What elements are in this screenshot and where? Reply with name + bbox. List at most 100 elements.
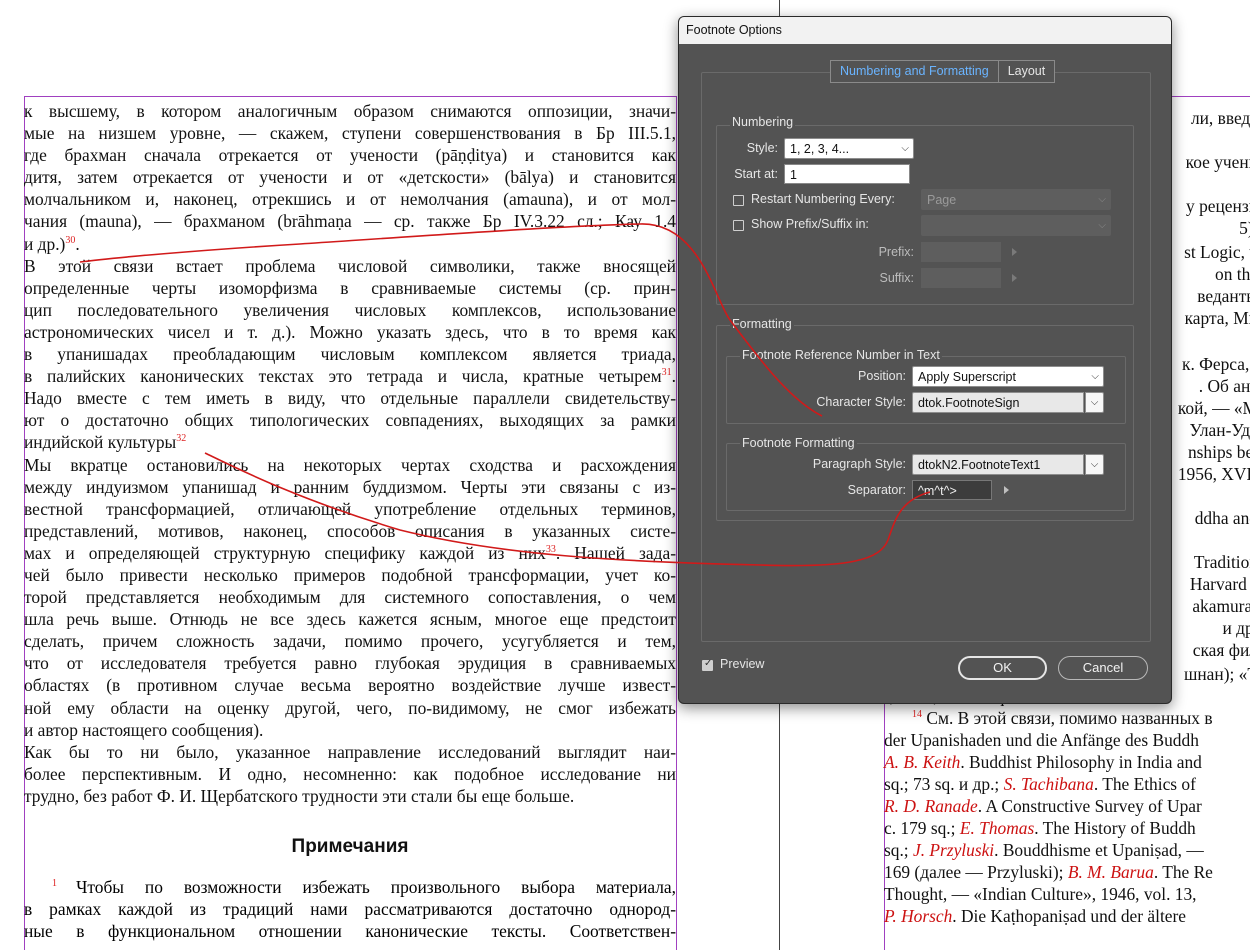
left-page-text-frame[interactable]: к высшему, в котором аналогичным образом… (24, 100, 676, 807)
text-line: чания (mauna), — брахманом (brāhmaṇa — с… (24, 210, 676, 232)
right-note-line: 169 (далее — Przyluski); B. M. Barua. Th… (884, 861, 1213, 883)
tab-numbering-and-formatting[interactable]: Numbering and Formatting (831, 61, 999, 82)
note-text: . The History of Buddh (1034, 818, 1196, 838)
right-note-line: P. Horsch. Die Kaṭhopaniṣad und der älte… (884, 905, 1186, 927)
note-line-content: ные в функциональном отношении каноничес… (24, 921, 676, 942)
note-text: der Upanishaden und die Anfänge des Budd… (884, 730, 1199, 750)
restart-numbering-dropdown[interactable]: Page ⌵ (921, 189, 1111, 210)
paragraph-style-label: Paragraph Style: (812, 457, 906, 471)
right-text-line: ская фил (1192, 640, 1250, 660)
numbering-group-label: Numbering (730, 115, 796, 129)
style-label: Style: (746, 141, 778, 155)
text-line: мах и определяющей структурную специфику… (24, 542, 676, 564)
note-line-content: в рамках каждой из традиций нами рассмат… (24, 899, 676, 920)
footnote-reference-number[interactable]: 33 (546, 544, 556, 555)
text-line: мые на низшем уровне, — скажем, ступени … (24, 122, 676, 144)
note-text: . A Constructive Survey of Upar (977, 796, 1202, 816)
right-note-line: sq.; J. Przyluski. Bouddhisme et Upaniṣa… (884, 839, 1204, 861)
text-line: цип последовательного увеличения числовы… (24, 299, 676, 321)
right-note-line: с. 179 sq.; E. Thomas. The History of Bu… (884, 817, 1196, 839)
text-line: определенные черты изоморфизма в сравнив… (24, 277, 676, 299)
right-note-line: der Upanishaden und die Anfänge des Budd… (884, 729, 1199, 751)
paragraph-style-chevron-down-icon[interactable]: ⌵ (1085, 454, 1104, 475)
note-number: 14 (912, 709, 922, 721)
cancel-button[interactable]: Cancel (1058, 656, 1148, 680)
reference-number-group-label: Footnote Reference Number in Text (740, 348, 942, 362)
text-line-content: торой представляется необходимым для сис… (24, 587, 676, 608)
note-line: ные в функциональном отношении каноничес… (24, 920, 676, 942)
right-text-line: . Об ана (1198, 376, 1250, 396)
right-text-line: кое учени (1185, 152, 1250, 172)
text-line-content: определенные черты изоморфизма в сравнив… (24, 277, 676, 298)
separator-field[interactable]: ^m^t^> (912, 480, 992, 500)
note-text: . Die Kaṭhopaniṣad und der ältere (952, 906, 1187, 926)
text-line: Мы вкратце остановились на некоторых чер… (24, 454, 676, 476)
paragraph-style-combo[interactable]: dtokN2.FootnoteText1 (912, 454, 1084, 475)
suffix-field[interactable] (921, 268, 1001, 288)
right-text-line: on the (1215, 264, 1250, 284)
note-text: . Buddhist Philosophy in India and (960, 752, 1202, 772)
footnote-reference-number[interactable]: 31 (662, 367, 672, 378)
right-note-line: A. B. Keith. Buddhist Philosophy in Indi… (884, 751, 1202, 773)
chevron-down-icon: ⌵ (1098, 220, 1106, 231)
restart-numbering-value: Page (927, 193, 957, 207)
character-style-chevron-down-icon[interactable]: ⌵ (1085, 392, 1104, 413)
footnote-options-dialog: Footnote Options Numbering and Formattin… (678, 16, 1172, 704)
text-line: и др.)30. (24, 233, 676, 255)
footnote-reference-number[interactable]: 32 (176, 434, 186, 445)
prefix-field[interactable] (921, 242, 1001, 262)
right-text-line: шнан); «Т (1183, 664, 1250, 684)
tab-panel: Numbering and Formatting Layout Numberin… (701, 60, 1151, 642)
text-line-content: В этой связи встает проблема числовой си… (24, 255, 676, 276)
note-line-content: Чтобы по возможности избежать произвольн… (76, 877, 676, 897)
right-note-line: sq.; 73 sq. и др.; S. Tachibana. The Eth… (884, 773, 1196, 795)
dialog-title[interactable]: Footnote Options (679, 17, 1171, 44)
preview-label[interactable]: Preview (720, 657, 764, 671)
note-text: Thought, — «Indian Culture», 1946, vol. … (884, 884, 1197, 904)
text-line-tail: . Нашей зада- (555, 542, 676, 563)
note-text: . The Re (1153, 862, 1213, 882)
tab-layout[interactable]: Layout (999, 61, 1055, 82)
text-line-content: и автор настоящего сообщения). (24, 719, 264, 740)
author-name: B. M. Barua (1067, 862, 1154, 882)
preview-checkbox[interactable] (702, 658, 713, 671)
position-dropdown[interactable]: Apply Superscript ⌵ (912, 366, 1104, 387)
prefix-insert-arrow-icon[interactable] (1012, 248, 1017, 256)
text-line: Как бы то ни было, указанное направление… (24, 741, 676, 763)
style-dropdown[interactable]: 1, 2, 3, 4... ⌵ (784, 138, 914, 159)
text-line-content: ют о достаточно общих типологических сов… (24, 410, 676, 431)
text-line: чей было привести несколько примеров под… (24, 564, 676, 586)
restart-numbering-label[interactable]: Restart Numbering Every: (751, 192, 895, 206)
style-dropdown-value: 1, 2, 3, 4... (790, 142, 850, 156)
text-line-content: чей было привести несколько примеров под… (24, 564, 676, 585)
text-line: представлений, мотивов, наконец, способо… (24, 520, 676, 542)
author-name: J. Przyluski (913, 840, 995, 860)
text-line-content: где брахман сначала отрекается от ученос… (24, 145, 676, 166)
right-note-line: Thought, — «Indian Culture», 1946, vol. … (884, 883, 1197, 905)
text-line: В этой связи встает проблема числовой си… (24, 255, 676, 277)
start-at-field[interactable]: 1 (784, 164, 910, 184)
show-prefix-suffix-checkbox[interactable] (733, 220, 744, 231)
separator-insert-arrow-icon[interactable] (1004, 486, 1009, 494)
text-line: и автор настоящего сообщения). (24, 719, 676, 741)
show-prefix-suffix-label[interactable]: Show Prefix/Suffix in: (751, 217, 869, 231)
text-line-content: Как бы то ни было, указанное направление… (24, 741, 676, 762)
notes-text-frame[interactable]: 1 Чтобы по возможности избежать произвол… (24, 876, 676, 942)
author-name: E. Thomas (959, 818, 1035, 838)
text-line-content: цип последовательного увеличения числовы… (24, 299, 676, 320)
position-label: Position: (858, 369, 906, 383)
suffix-insert-arrow-icon[interactable] (1012, 274, 1017, 282)
right-text-line: кой, — «М (1177, 398, 1250, 418)
footnote-reference-number[interactable]: 30 (65, 235, 75, 246)
text-line-content: дитя, затем отрекается от учености и от … (24, 167, 676, 188)
ok-button[interactable]: OK (958, 656, 1047, 680)
character-style-combo[interactable]: dtok.FootnoteSign (912, 392, 1084, 413)
text-line: к высшему, в котором аналогичным образом… (24, 100, 676, 122)
author-name: S. Tachibana (1003, 774, 1094, 794)
right-text-line: веданты (1197, 286, 1250, 306)
restart-numbering-checkbox[interactable] (733, 195, 744, 206)
right-text-line: st Logic, v (1184, 242, 1250, 262)
show-prefix-suffix-dropdown[interactable]: ⌵ (921, 215, 1111, 236)
text-line: более перспективным. И одно, несомненно:… (24, 763, 676, 785)
right-text-line: Tradition (1193, 552, 1250, 572)
